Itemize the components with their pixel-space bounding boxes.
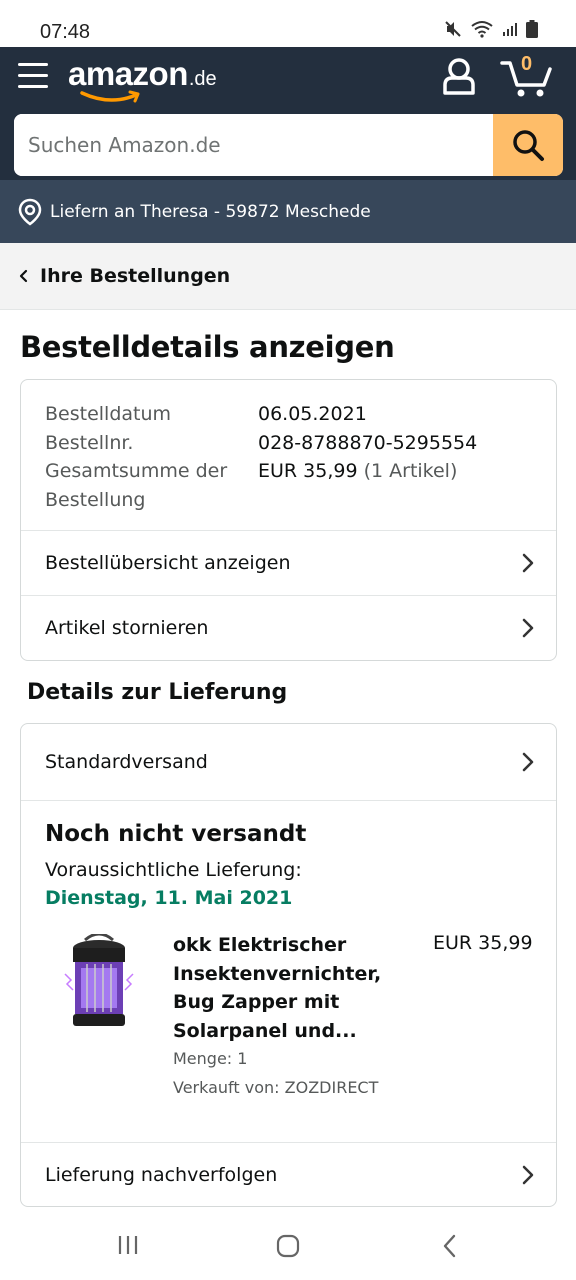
eta-label: Voraussichtliche Lieferung:	[45, 859, 302, 881]
order-date-row: Bestelldatum 06.05.2021	[45, 400, 535, 429]
account-icon[interactable]	[441, 57, 477, 97]
home-icon[interactable]	[276, 1234, 300, 1258]
shipping-method-link[interactable]: Standardversand	[21, 724, 556, 800]
delivery-location-bar[interactable]: Liefern an Theresa - 59872 Meschede	[0, 180, 576, 243]
order-total-label: Gesamtsumme der Bestellung	[45, 460, 228, 511]
delivery-section-title: Details zur Lieferung	[27, 680, 288, 705]
location-text: Liefern an Theresa - 59872 Meschede	[50, 201, 371, 222]
mute-icon	[445, 21, 461, 37]
location-pin-icon	[18, 198, 42, 226]
search-button[interactable]	[493, 114, 563, 176]
status-time: 07:48	[40, 21, 91, 43]
product-price: EUR 35,99	[433, 932, 533, 954]
cart-count-badge: 0	[521, 53, 533, 75]
cancel-items-link[interactable]: Artikel stornieren	[21, 595, 556, 660]
shipment-status: Noch nicht versandt	[45, 821, 307, 847]
product-quantity: Menge: 1	[173, 1049, 248, 1068]
status-icons	[444, 20, 538, 38]
top-nav-bar: amazon.de 0	[0, 47, 576, 180]
order-number-row: Bestellnr. 028-8788870-5295554	[45, 429, 535, 458]
breadcrumb-label: Ihre Bestellungen	[40, 265, 231, 287]
delivery-card: Standardversand Noch nicht versandt Vora…	[20, 723, 557, 1207]
page-title: Bestelldetails anzeigen	[20, 330, 395, 364]
recent-apps-icon[interactable]	[117, 1234, 139, 1256]
eta-date: Dienstag, 11. Mai 2021	[45, 887, 293, 909]
track-delivery-link[interactable]: Lieferung nachverfolgen	[21, 1142, 556, 1207]
search-bar	[14, 114, 563, 176]
search-icon	[513, 130, 544, 161]
status-bar: 07:48	[0, 0, 576, 47]
product-title[interactable]: okk Elektrischer Insektenvernichter, Bug…	[173, 931, 408, 1045]
order-summary-link[interactable]: Bestellübersicht anzeigen	[21, 530, 556, 595]
product-image[interactable]	[59, 932, 139, 1034]
search-input[interactable]	[14, 114, 493, 176]
logo-smile-icon	[80, 90, 140, 103]
chevron-right-icon	[522, 1165, 534, 1185]
order-date-label: Bestelldatum	[45, 403, 172, 425]
breadcrumb[interactable]: Ihre Bestellungen	[0, 243, 576, 310]
back-icon[interactable]	[442, 1234, 458, 1258]
logo-tld: .de	[188, 68, 217, 90]
order-total-row: Gesamtsumme der Bestellung EUR 35,99 (1 …	[45, 457, 535, 514]
order-info-grid: Bestelldatum 06.05.2021 Bestellnr. 028-8…	[45, 400, 535, 514]
order-number-label: Bestellnr.	[45, 431, 134, 454]
order-item-count: (1 Artikel)	[363, 460, 458, 482]
cancel-items-label: Artikel stornieren	[45, 617, 209, 639]
order-total-value-wrap: EUR 35,99 (1 Artikel)	[258, 457, 457, 514]
logo-text: amazon	[68, 55, 188, 92]
order-total-value: EUR 35,99	[258, 460, 358, 482]
shipping-method-label: Standardversand	[45, 751, 208, 773]
amazon-logo[interactable]: amazon.de	[68, 55, 217, 103]
chevron-right-icon	[522, 553, 534, 573]
order-summary-label: Bestellübersicht anzeigen	[45, 552, 291, 574]
order-date-value: 06.05.2021	[258, 403, 367, 425]
wifi-icon	[471, 21, 493, 38]
track-delivery-label: Lieferung nachverfolgen	[45, 1164, 278, 1186]
order-info-card: Bestelldatum 06.05.2021 Bestellnr. 028-8…	[20, 379, 557, 661]
chevron-right-icon	[522, 618, 534, 638]
battery-icon	[526, 20, 538, 38]
hamburger-menu-icon[interactable]	[18, 63, 48, 91]
divider	[21, 800, 556, 801]
chevron-left-icon	[19, 269, 28, 283]
signal-icon	[503, 23, 517, 36]
order-number-value: 028-8788870-5295554	[258, 431, 478, 454]
product-seller: Verkauft von: ZOZDIRECT	[173, 1078, 379, 1097]
android-nav-bar	[0, 1210, 576, 1280]
chevron-right-icon	[522, 752, 534, 772]
